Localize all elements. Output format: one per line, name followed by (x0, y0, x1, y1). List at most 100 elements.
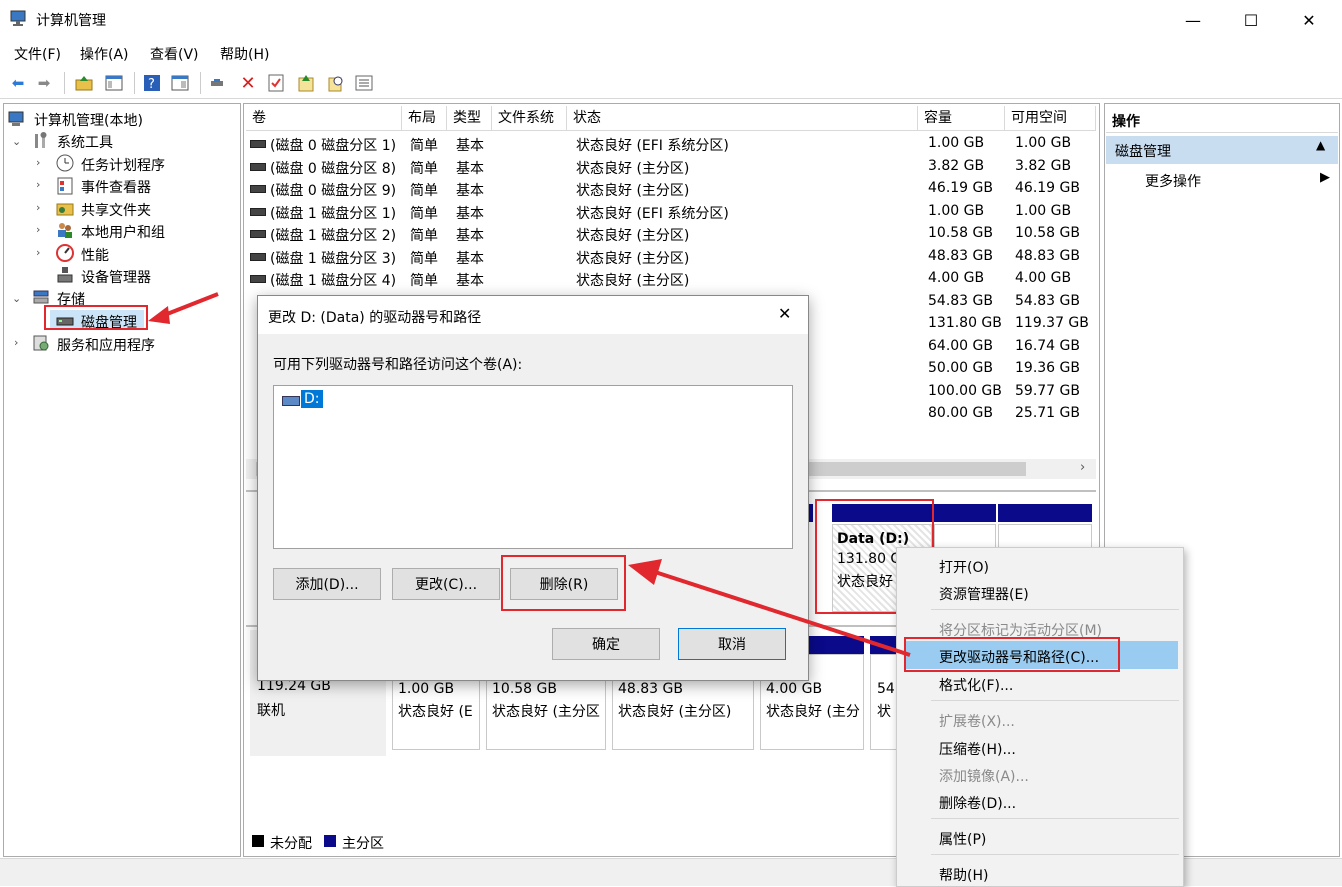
drive-icon (282, 396, 300, 406)
chevron-right-icon[interactable]: › (36, 246, 40, 259)
menu-properties[interactable]: 属性(P) (939, 829, 986, 849)
cell-cap: 1.00 GB (928, 202, 985, 219)
search-icon[interactable] (326, 73, 346, 93)
chevron-right-icon[interactable]: › (36, 201, 40, 214)
connect-icon[interactable] (208, 73, 228, 93)
tree-local-users[interactable]: 本地用户和组 (81, 222, 165, 242)
col-filesystem[interactable]: 文件系统 (492, 106, 567, 131)
menu-extend: 扩展卷(X)... (939, 714, 1015, 730)
add-button[interactable]: 添加(D)... (273, 568, 381, 600)
partition-status: 状态良好 (主分区 (492, 704, 600, 720)
forward-icon[interactable]: ➡ (34, 73, 54, 93)
submenu-arrow-icon: ▶ (1320, 170, 1330, 185)
annotation-arrow (628, 559, 911, 657)
tree-shared-folders[interactable]: 共享文件夹 (81, 200, 151, 220)
tree-system-tools[interactable]: 系统工具 (57, 132, 113, 152)
menu-file[interactable]: 文件(F) (14, 44, 61, 64)
menu-format[interactable]: 格式化(F)... (939, 675, 1013, 695)
table-row[interactable]: (磁盘 0 磁盘分区 1) 简单 基本 状态良好 (EFI 系统分区) 1.00 GB 1… (246, 133, 1096, 155)
menu-view[interactable]: 查看(V) (150, 44, 199, 64)
context-menu: 打开(O) 资源管理器(E) 将分区标记为活动分区(M) 更改驱动器号和路径(C… (896, 547, 1184, 887)
cell-layout: 简单 (410, 138, 438, 154)
cell-cap: 50.00 GB (928, 360, 993, 376)
menu-action[interactable]: 操作(A) (80, 44, 129, 64)
annotation-arrow (148, 292, 219, 324)
tree-performance[interactable]: 性能 (81, 245, 109, 265)
properties-view-icon[interactable] (170, 73, 190, 93)
cell-status: 状态良好 (主分区) (576, 273, 690, 289)
col-free-space[interactable]: 可用空间 (1005, 106, 1096, 131)
computer-management-icon (8, 111, 24, 126)
volume-icon (250, 275, 266, 283)
menu-shrink[interactable]: 压缩卷(H)... (939, 739, 1016, 759)
col-status[interactable]: 状态 (567, 106, 918, 131)
help-icon[interactable]: ? (142, 73, 162, 93)
partition-status: 状 (877, 704, 891, 720)
tree-event-viewer[interactable]: 事件查看器 (81, 177, 151, 197)
tree-services-apps[interactable]: 服务和应用程序 (57, 335, 155, 355)
list-view-icon[interactable] (354, 73, 374, 93)
table-row[interactable]: (磁盘 1 磁盘分区 2) 简单 基本 状态良好 (主分区) 10.58 GB 10.58… (246, 223, 1096, 245)
chevron-down-icon[interactable]: ⌄ (12, 135, 21, 148)
table-row[interactable]: (磁盘 1 磁盘分区 4) 简单 基本 状态良好 (主分区) 4.00 GB 4.00 G… (246, 268, 1096, 290)
tree-root[interactable]: 计算机管理(本地) (34, 110, 143, 130)
chevron-right-icon[interactable]: › (36, 156, 40, 169)
cell-type: 基本 (456, 138, 484, 154)
back-icon[interactable]: ⬅ (8, 73, 28, 93)
cell-status: 状态良好 (EFI 系统分区) (576, 205, 729, 222)
col-volume[interactable]: 卷 (246, 106, 402, 131)
drive-path-listbox[interactable]: D: (273, 385, 793, 549)
actions-section-label: 磁盘管理 (1115, 144, 1171, 160)
menu-help[interactable]: 帮助(H) (220, 44, 269, 64)
chevron-right-icon[interactable]: › (36, 178, 40, 191)
table-row[interactable]: (磁盘 1 磁盘分区 1) 简单 基本 状态良好 (EFI 系统分区) 1.00 GB 1… (246, 201, 1096, 223)
collapse-up-icon[interactable]: ▲ (1316, 138, 1325, 152)
col-layout[interactable]: 布局 (402, 106, 447, 131)
maximize-button[interactable]: ☐ (1228, 0, 1274, 40)
show-hide-tree-icon[interactable] (104, 73, 124, 93)
menu-explorer[interactable]: 资源管理器(E) (939, 584, 1029, 604)
cell-type: 基本 (456, 183, 484, 199)
users-icon (58, 223, 72, 238)
svg-text:?: ? (148, 77, 155, 92)
menu-delete-volume[interactable]: 删除卷(D)... (939, 793, 1016, 813)
dialog-prompt: 可用下列驱动器号和路径访问这个卷(A): (273, 357, 523, 373)
change-button[interactable]: 更改(C)... (392, 568, 500, 600)
drive-item-d[interactable]: D: (301, 390, 323, 408)
scroll-right-icon[interactable]: › (1080, 460, 1085, 475)
chevron-right-icon[interactable]: › (14, 336, 18, 349)
cell-cap: 131.80 GB (928, 315, 1002, 331)
more-actions[interactable]: 更多操作 (1145, 171, 1201, 191)
col-capacity[interactable]: 容量 (918, 106, 1005, 131)
tree-task-scheduler[interactable]: 任务计划程序 (81, 155, 165, 175)
up-folder-icon[interactable] (74, 73, 94, 93)
cell-free: 1.00 GB (1015, 202, 1072, 219)
export-icon[interactable] (296, 73, 316, 93)
chevron-right-icon[interactable]: › (36, 223, 40, 236)
disk1-partition-5[interactable]: 54 状 (870, 654, 898, 750)
cell-cap: 1.00 GB (928, 135, 985, 151)
table-row[interactable]: (磁盘 0 磁盘分区 9) 简单 基本 状态良好 (主分区) 46.19 GB 46.19… (246, 178, 1096, 200)
dialog-close-icon[interactable]: ✕ (778, 304, 791, 323)
col-type[interactable]: 类型 (447, 106, 492, 131)
menu-help-item[interactable]: 帮助(H) (939, 865, 988, 885)
cell-cap: 80.00 GB (928, 405, 993, 421)
chevron-down-icon[interactable]: ⌄ (12, 292, 21, 305)
table-row[interactable]: (磁盘 0 磁盘分区 8) 简单 基本 状态良好 (主分区) 3.82 GB 3.82 G… (246, 156, 1096, 178)
cell-cap: 48.83 GB (928, 247, 993, 264)
menu-open[interactable]: 打开(O) (939, 557, 989, 577)
minimize-button[interactable]: — (1170, 0, 1216, 40)
cell-status: 状态良好 (主分区) (576, 183, 690, 199)
cell-cap: 46.19 GB (928, 180, 993, 196)
cell-free: 4.00 GB (1015, 270, 1072, 286)
tree-device-manager[interactable]: 设备管理器 (81, 267, 151, 287)
delete-icon[interactable]: ✕ (238, 73, 258, 94)
cell-free: 16.74 GB (1015, 337, 1080, 354)
window-title: 计算机管理 (36, 13, 106, 29)
highlight-box (904, 637, 1120, 672)
checklist-icon[interactable] (266, 73, 286, 93)
close-button[interactable]: ✕ (1286, 0, 1332, 40)
table-row[interactable]: (磁盘 1 磁盘分区 3) 简单 基本 状态良好 (主分区) 48.83 GB 48.83… (246, 246, 1096, 268)
cell-status: 状态良好 (主分区) (576, 250, 690, 267)
cell-layout: 简单 (410, 205, 438, 222)
